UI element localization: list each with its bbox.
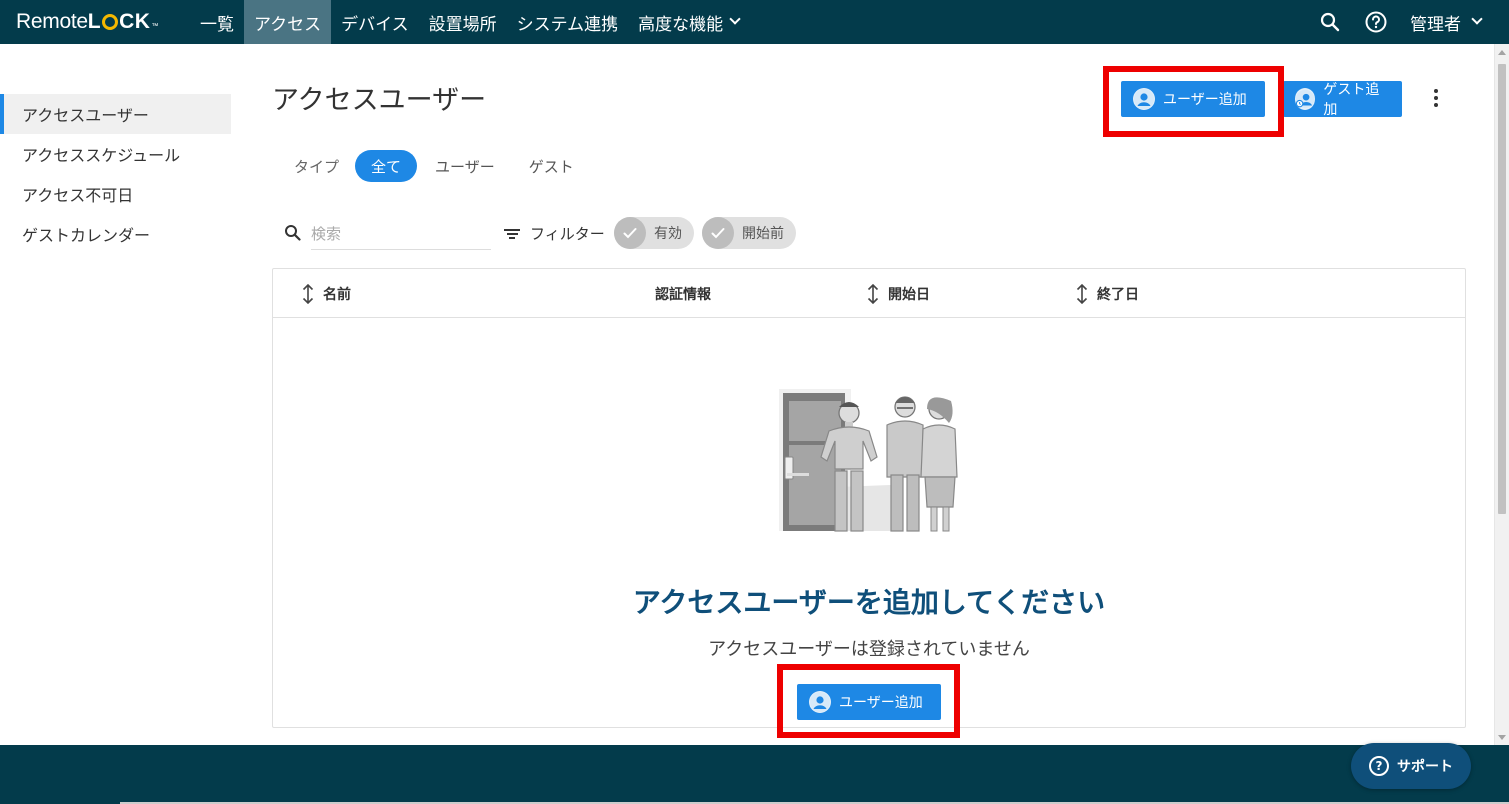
filter-chip-pending[interactable]: 開始前 [702,217,796,249]
admin-label: 管理者 [1410,14,1461,35]
sidebar-item-access-schedules[interactable]: アクセススケジュール [0,134,231,174]
more-options-icon[interactable] [1428,88,1444,108]
sidebar: アクセスユーザー アクセススケジュール アクセス不可日 ゲストカレンダー [0,94,231,254]
scrollbar-thumb[interactable] [1498,64,1506,514]
support-label: サポート [1397,759,1453,775]
sidebar-item-guest-calendar[interactable]: ゲストカレンダー [0,214,231,254]
column-label: 名前 [323,286,351,303]
filter-chip-active[interactable]: 有効 [614,217,694,249]
chevron-down-icon [1471,13,1483,25]
table-header: 名前 認証情報 開始日 終了日 [273,269,1465,318]
tab-all[interactable]: 全て [355,150,418,182]
tab-label: ユーザー [435,157,495,176]
search-box [284,218,491,250]
sort-icon [1075,283,1089,304]
add-user-button[interactable]: ユーザー追加 [1121,81,1265,117]
add-user-label: ユーザー追加 [839,695,923,711]
tab-users[interactable]: ユーザー [419,150,511,182]
sidebar-item-label: ゲストカレンダー [22,226,151,245]
page-title: アクセスユーザー [272,85,487,116]
help-icon: ? [1369,756,1389,776]
filter-button[interactable]: フィルター [504,223,605,244]
user-avatar-icon [1133,88,1155,110]
sidebar-item-access-users[interactable]: アクセスユーザー [0,94,231,134]
nav-item-access[interactable]: アクセス [244,0,332,44]
guest-avatar-icon [1295,88,1316,110]
add-user-label: ユーザー追加 [1163,92,1247,108]
sidebar-item-blackout-dates[interactable]: アクセス不可日 [0,174,231,214]
remotelock-logo[interactable]: Remote L CK ™ [16,10,176,34]
users-table: 名前 認証情報 開始日 終了日 アクセスユーザーを追加してください アクセスユー… [272,268,1466,728]
empty-state-illustration [779,387,961,537]
add-guest-label: ゲスト追加 [1323,82,1380,118]
scroll-down-icon[interactable] [1498,735,1506,740]
scroll-up-icon[interactable] [1498,50,1506,55]
main-nav: 一覧 アクセス デバイス 設置場所 システム連携 高度な機能 [190,0,749,44]
sidebar-item-label: アクセス不可日 [22,186,134,205]
type-filter-row: タイプ 全て ユーザー ゲスト [294,150,592,182]
column-start-date[interactable]: 開始日 [866,269,930,318]
trademark: ™ [151,23,159,30]
sidebar-item-label: アクセスユーザー [22,106,149,125]
empty-state-add-user-button[interactable]: ユーザー追加 [797,684,941,720]
nav-label: 設置場所 [428,14,497,35]
logo-o-icon [102,14,119,30]
search-icon[interactable] [1318,10,1342,34]
filter-chip-label: 有効 [654,226,682,242]
tab-guests[interactable]: ゲスト [513,150,590,182]
page-scrollbar[interactable] [1494,44,1509,746]
topbar-right: 管理者 [1318,0,1483,44]
column-label: 開始日 [888,286,930,303]
nav-label: 高度な機能 [638,14,724,35]
filter-icon [504,228,520,239]
column-label: 認証情報 [655,286,711,303]
user-avatar-icon [809,691,831,713]
sidebar-item-label: アクセススケジュール [22,146,181,165]
type-label: タイプ [294,157,340,176]
chevron-down-icon [729,13,741,25]
nav-label: システム連携 [516,14,619,35]
top-navbar: Remote L CK ™ 一覧 アクセス デバイス 設置場所 システム連携 高度な機… [0,0,1509,44]
nav-item-devices[interactable]: デバイス [331,0,419,44]
column-end-date[interactable]: 終了日 [1075,269,1139,318]
check-icon [702,217,734,249]
nav-item-locations[interactable]: 設置場所 [419,0,507,44]
sort-icon [301,283,315,304]
logo-text: Remote [16,10,88,33]
nav-item-integrations[interactable]: システム連携 [507,0,629,44]
column-credentials: 認証情報 [655,269,711,318]
help-icon[interactable] [1364,10,1388,34]
footer [0,745,1509,804]
nav-item-advanced[interactable]: 高度な機能 [628,0,749,44]
empty-state-title: アクセスユーザーを追加してください [632,586,1106,619]
filter-chip-label: 開始前 [742,226,784,242]
filter-label: フィルター [530,225,605,243]
column-name[interactable]: 名前 [301,269,351,318]
admin-menu[interactable]: 管理者 [1410,10,1483,35]
nav-label: 一覧 [200,14,234,35]
check-icon [614,217,646,249]
nav-label: デバイス [341,14,409,35]
nav-item-overview[interactable]: 一覧 [190,0,244,44]
logo-text-lock: L CK [87,10,151,33]
nav-label: アクセス [254,14,322,35]
sort-icon [866,283,880,304]
empty-state-subtitle: アクセスユーザーは登録されていません [708,639,1030,660]
column-label: 終了日 [1097,286,1139,303]
search-input[interactable] [311,218,491,250]
tab-label: 全て [371,157,402,176]
search-icon [284,224,301,245]
tab-label: ゲスト [528,157,574,176]
support-button[interactable]: ? サポート [1351,743,1471,789]
add-guest-button[interactable]: ゲスト追加 [1283,81,1402,118]
